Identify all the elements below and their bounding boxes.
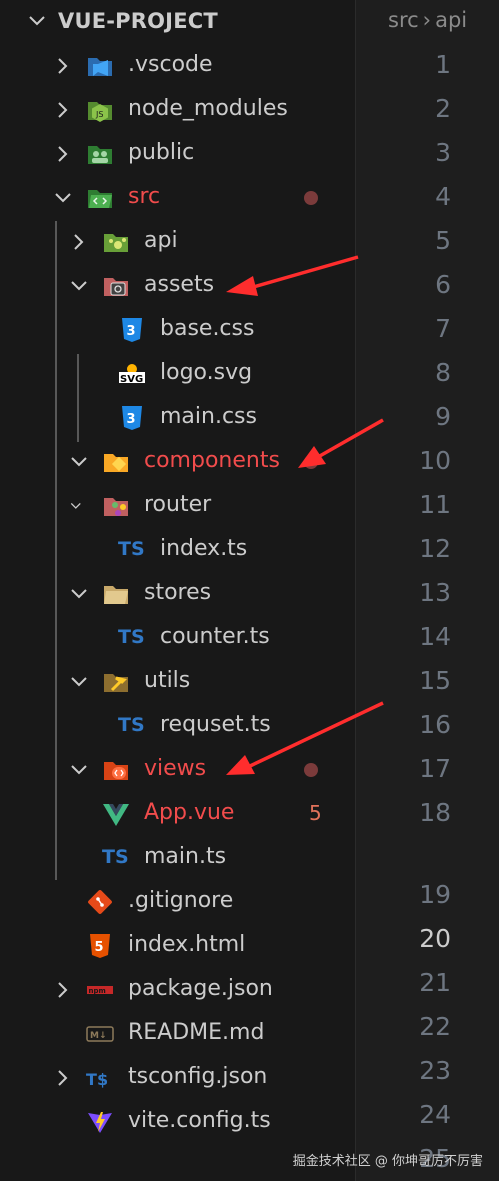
annotation-layer bbox=[226, 255, 384, 775]
annotation-arrow bbox=[226, 701, 384, 775]
annotation-arrow bbox=[298, 418, 384, 468]
watermark: 掘金技术社区 @ 你坤哥厉不厉害 bbox=[292, 1154, 483, 1169]
annotation-arrow bbox=[226, 255, 359, 296]
